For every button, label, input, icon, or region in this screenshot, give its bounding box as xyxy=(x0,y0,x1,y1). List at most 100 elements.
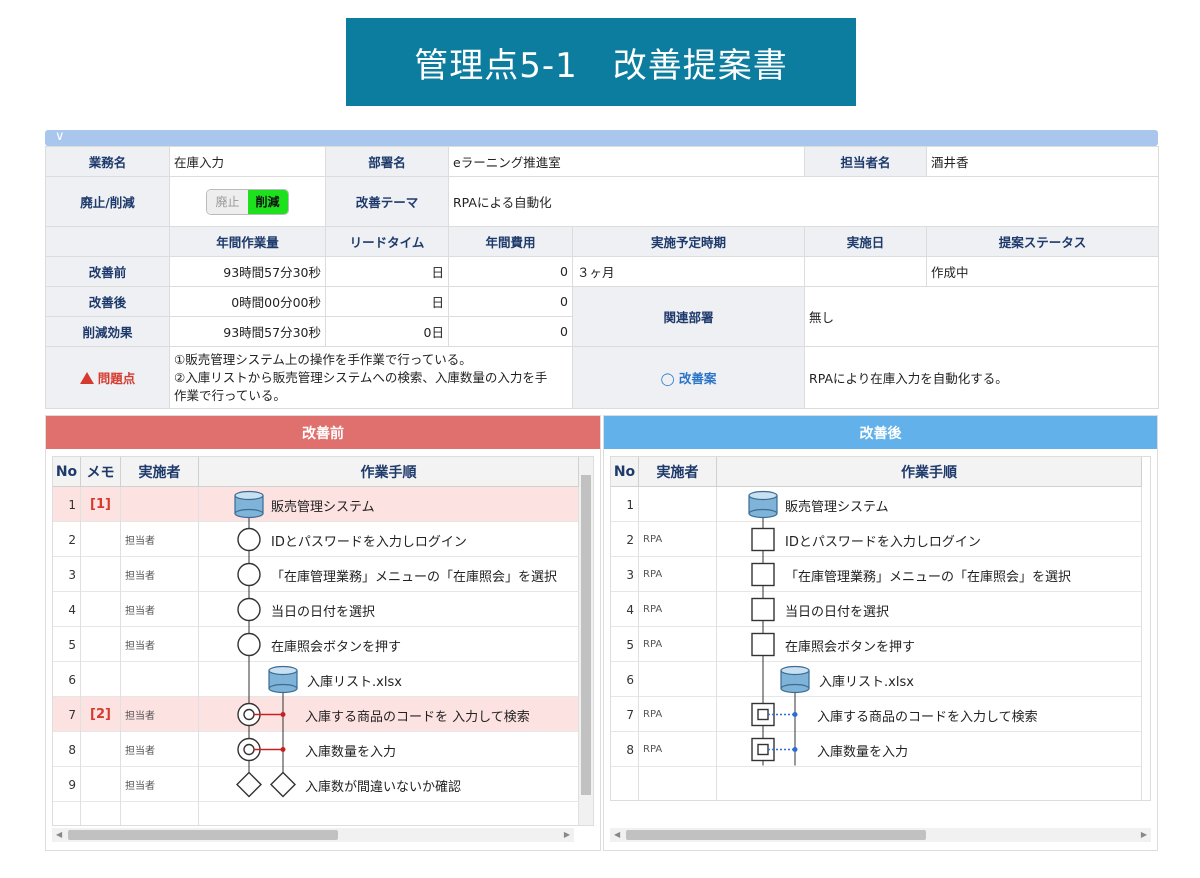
abolish-toggle[interactable]: 廃止 削減 xyxy=(206,188,289,215)
chevron-down-icon[interactable]: ∨ xyxy=(55,129,65,144)
job-value: 在庫入力 xyxy=(169,146,326,177)
after-horizontal-thumb[interactable] xyxy=(626,830,926,840)
after-cost: 0 xyxy=(448,286,573,317)
manual-step-icon xyxy=(237,527,261,552)
scroll-right-icon[interactable]: ▶ xyxy=(1141,830,1147,839)
database-bottom xyxy=(268,683,298,694)
after-panel-title: 改善後 xyxy=(604,416,1157,449)
status-value: 作成中 xyxy=(926,256,1160,287)
manual-step-icon xyxy=(237,632,261,657)
warning-icon xyxy=(79,372,94,384)
manual-step-icon xyxy=(237,597,261,622)
problem-line-1: ①販売管理システム上の操作を手作業で行っている。 xyxy=(174,351,472,367)
proposal-value: RPAにより在庫入力を自動化する。 xyxy=(804,346,1160,409)
proposal-header: ◯ 改善案 xyxy=(571,346,806,409)
before-cost: 0 xyxy=(448,256,573,287)
col-status: 提案ステータス xyxy=(926,226,1160,257)
step-label: 「在庫管理業務」メニューの「在庫照会」を選択 xyxy=(271,569,558,585)
theme-value: RPAによる自動化 xyxy=(447,176,1160,227)
before-vertical-thumb[interactable] xyxy=(581,475,591,795)
abolish-label: 廃止/削減 xyxy=(45,176,170,227)
step-label: 入庫リスト.xlsx xyxy=(819,674,914,690)
before-horizontal-thumb[interactable] xyxy=(68,830,338,840)
effect-annual: 93時間57分30秒 xyxy=(169,316,326,347)
job-label: 業務名 xyxy=(45,146,170,177)
related-label: 関連部署 xyxy=(571,286,806,347)
automated-step-inner-icon xyxy=(757,743,769,756)
scroll-left-icon[interactable]: ◀ xyxy=(614,830,620,839)
col-planned: 実施予定時期 xyxy=(571,226,806,257)
step-label: 販売管理システム xyxy=(785,499,889,515)
manual-step-inner-icon xyxy=(243,708,255,721)
before-panel: 改善前 No メモ 実施者 作業手順 1 [1] 2 担当者 3 担当者 4 担当者 5 担当者 6… xyxy=(45,415,601,851)
effect-cost: 0 xyxy=(448,316,573,347)
database-icon xyxy=(748,490,778,519)
automated-step-icon xyxy=(751,562,775,587)
problem-header: 問題点 xyxy=(45,346,170,409)
automated-step-icon xyxy=(751,597,775,622)
manual-step-icon xyxy=(237,562,261,587)
step-label: 入庫リスト.xlsx xyxy=(307,674,402,690)
decision-icon xyxy=(270,771,296,798)
scroll-left-icon[interactable]: ◀ xyxy=(56,830,62,839)
dept-value: eラーニング推進室 xyxy=(447,146,806,177)
database-top xyxy=(234,490,264,501)
problem-line-3: 作業で行っている。 xyxy=(174,387,286,403)
decision-icon xyxy=(236,771,262,798)
connector-dot xyxy=(792,747,798,752)
before-lead: 日 xyxy=(325,256,449,287)
effect-label: 削減効果 xyxy=(45,316,170,347)
after-annual: 0時間00分00秒 xyxy=(169,286,326,317)
proposal-label: 改善案 xyxy=(678,371,717,386)
owner-value: 酒井香 xyxy=(926,146,1160,177)
scroll-right-icon[interactable]: ▶ xyxy=(564,830,570,839)
step-label: 在庫照会ボタンを押す xyxy=(271,639,402,655)
connector-dot xyxy=(280,712,286,717)
col-cost: 年間費用 xyxy=(448,226,573,257)
step-label: 当日の日付を選択 xyxy=(785,604,890,620)
before-annual: 93時間57分30秒 xyxy=(169,256,326,287)
before-panel-title: 改善前 xyxy=(46,416,600,449)
done-value xyxy=(804,256,928,287)
lightbulb-icon: ◯ xyxy=(660,371,675,386)
before-vertical-scrollbar[interactable] xyxy=(579,457,593,825)
database-bottom xyxy=(234,508,264,519)
col-done: 実施日 xyxy=(804,226,928,257)
database-top xyxy=(748,490,778,501)
page-title: 管理点5-1 改善提案書 xyxy=(346,18,856,106)
database-top xyxy=(780,665,810,676)
effect-lead: 0日 xyxy=(325,316,449,347)
database-bottom xyxy=(780,683,810,694)
connector-dot xyxy=(792,712,798,717)
before-horizontal-scrollbar[interactable]: ◀ ▶ xyxy=(52,828,574,842)
step-label: 入庫数が間違いないか確認 xyxy=(305,779,462,795)
before-label: 改善前 xyxy=(45,256,170,287)
after-label: 改善後 xyxy=(45,286,170,317)
theme-label: 改善テーマ xyxy=(325,176,449,227)
toggle-reduce[interactable]: 削減 xyxy=(247,189,288,214)
toggle-abolish[interactable]: 廃止 xyxy=(207,189,248,214)
problem-line-2: ②入庫リストから販売管理システムへの検索、入庫数量の入力を手 xyxy=(174,369,548,385)
dept-label: 部署名 xyxy=(325,146,449,177)
col-lead: リードタイム xyxy=(325,226,449,257)
database-top xyxy=(268,665,298,676)
step-label: 「在庫管理業務」メニューの「在庫照会」を選択 xyxy=(785,569,1072,585)
step-label: 入庫数量を入力 xyxy=(305,744,397,760)
after-panel: 改善後 No 実施者 作業手順 1 2 RPA 3 RPA 4 RPA 5 RPA 6 7 RPA 8 R… xyxy=(603,415,1158,851)
step-label: IDとパスワードを入力しログイン xyxy=(785,534,981,550)
step-label: 販売管理システム xyxy=(271,499,375,515)
step-label: 入庫数量を入力 xyxy=(817,744,909,760)
database-icon xyxy=(268,665,298,694)
after-horizontal-scrollbar[interactable]: ◀ ▶ xyxy=(610,828,1151,842)
planned-value: ３ヶ月 xyxy=(571,256,806,287)
automated-step-icon xyxy=(751,632,775,657)
database-icon xyxy=(780,665,810,694)
automated-step-icon xyxy=(751,527,775,552)
automated-step-inner-icon xyxy=(757,708,769,721)
step-label: IDとパスワードを入力しログイン xyxy=(271,534,467,550)
after-grid: No 実施者 作業手順 1 2 RPA 3 RPA 4 RPA 5 RPA 6 7 RPA 8 RPA 販… xyxy=(610,456,1151,801)
step-label: 入庫する商品のコードを 入力して検索 xyxy=(305,709,530,725)
before-grid: No メモ 実施者 作業手順 1 [1] 2 担当者 3 担当者 4 担当者 5 担当者 6 7 [2]… xyxy=(52,456,594,826)
collapse-bar[interactable]: ∨ xyxy=(45,129,1158,146)
owner-label: 担当者名 xyxy=(804,146,928,177)
